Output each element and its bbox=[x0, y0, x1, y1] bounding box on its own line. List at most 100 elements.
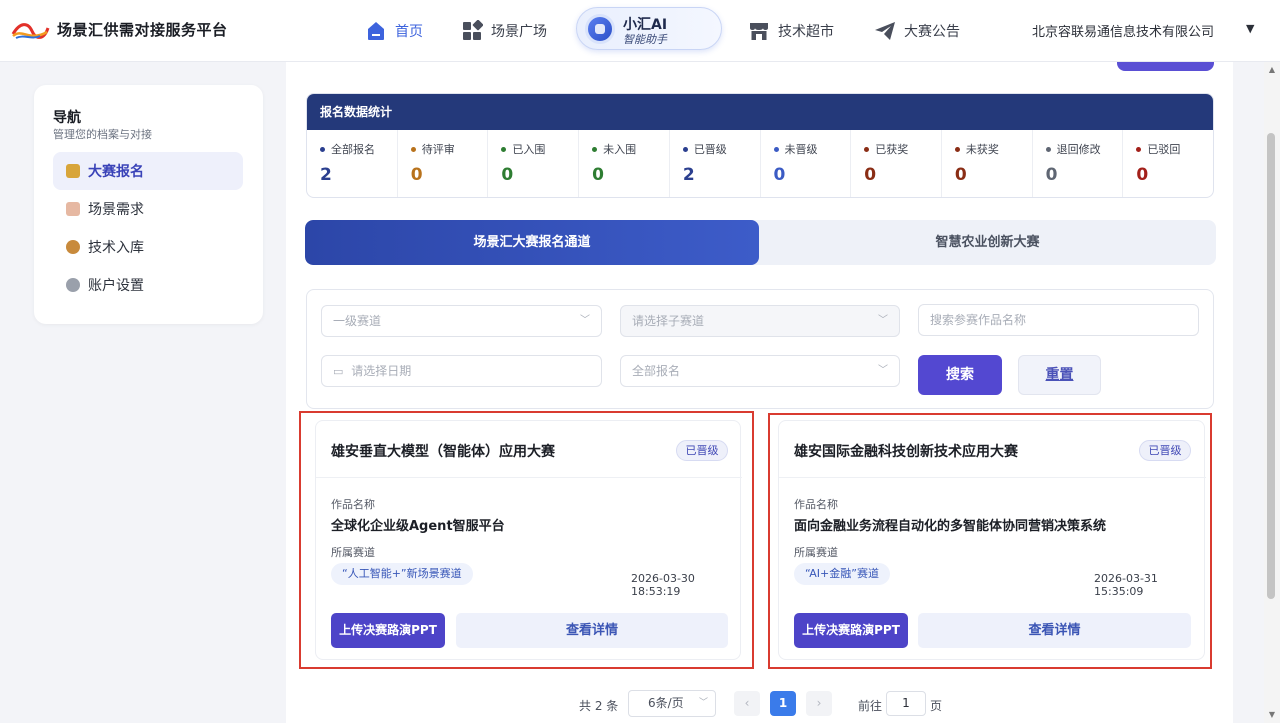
track-label: 所属赛道 bbox=[331, 546, 375, 559]
document-icon bbox=[66, 202, 80, 216]
track-select-placeholder: 一级赛道 bbox=[333, 314, 382, 328]
nav-tech-market[interactable]: 技术超市 bbox=[748, 18, 834, 44]
tab-smart-agriculture[interactable]: 智慧农业创新大赛 bbox=[759, 220, 1216, 265]
calendar-icon: ▭ bbox=[333, 365, 344, 378]
stat-item: 已晋级 2 bbox=[670, 130, 761, 197]
stats-title: 报名数据统计 bbox=[307, 94, 1213, 130]
sidebar: 导航 管理您的档案与对接 大赛报名 场景需求 技术入库 账户设置 bbox=[34, 85, 263, 324]
status-dot-icon bbox=[410, 146, 416, 152]
stat-label-text: 未晋级 bbox=[784, 143, 818, 156]
stat-label-text: 未获奖 bbox=[965, 143, 999, 156]
stat-label-text: 已驳回 bbox=[1147, 143, 1181, 156]
status-dot-icon bbox=[501, 146, 507, 152]
grid-icon bbox=[463, 20, 483, 40]
stat-label: 未获奖 bbox=[954, 141, 1032, 157]
stat-label-text: 已获奖 bbox=[875, 143, 909, 156]
stat-label-text: 已入围 bbox=[512, 143, 546, 156]
status-select[interactable]: 全部报名 ﹀ bbox=[620, 355, 900, 387]
status-dot-icon bbox=[1136, 146, 1142, 152]
view-details-button[interactable]: 查看详情 bbox=[918, 613, 1191, 648]
trophy-icon bbox=[66, 164, 80, 178]
ai-assistant-button[interactable]: 小汇AI 智能助手 bbox=[576, 7, 722, 50]
subtrack-select[interactable]: 请选择子赛道 ﹀ bbox=[620, 305, 900, 337]
contest-card: 雄安垂直大模型（智能体）应用大赛 已晋级 作品名称 全球化企业级Agent智服平… bbox=[315, 420, 742, 660]
status-dot-icon bbox=[864, 146, 870, 152]
scroll-up-icon[interactable]: ▲ bbox=[1265, 64, 1279, 76]
stat-label: 已驳回 bbox=[1136, 141, 1213, 157]
goto-page-input[interactable]: 1 bbox=[886, 691, 926, 716]
brand-title[interactable]: 场景汇供需对接服务平台 bbox=[57, 19, 228, 40]
track-select[interactable]: 一级赛道 ﹀ bbox=[321, 305, 602, 337]
sidebar-item-account-settings[interactable]: 账户设置 bbox=[53, 266, 243, 304]
sidebar-item-contest-signup[interactable]: 大赛报名 bbox=[53, 152, 243, 190]
chevron-down-icon[interactable]: ▼ bbox=[1246, 22, 1254, 35]
date-picker-placeholder: 请选择日期 bbox=[351, 364, 412, 378]
paper-plane-icon bbox=[875, 22, 895, 40]
sidebar-item-label: 大赛报名 bbox=[88, 164, 144, 180]
home-icon bbox=[368, 22, 384, 40]
chevron-down-icon: ﹀ bbox=[878, 315, 888, 326]
sidebar-item-tech-library[interactable]: 技术入库 bbox=[53, 228, 243, 266]
upload-ppt-button[interactable]: 上传决赛路演PPT bbox=[794, 613, 908, 648]
nav-tech-market-label: 技术超市 bbox=[778, 24, 834, 40]
stat-value: 0 bbox=[592, 165, 604, 185]
work-name: 全球化企业级Agent智服平台 bbox=[331, 519, 505, 534]
date-picker[interactable]: ▭ 请选择日期 bbox=[321, 355, 602, 387]
page-size-select[interactable]: 6条/页 ﹀ bbox=[628, 690, 716, 717]
status-dot-icon bbox=[682, 146, 688, 152]
store-icon bbox=[750, 23, 768, 40]
goto-unit: 页 bbox=[930, 699, 943, 713]
card-title: 雄安国际金融科技创新技术应用大赛 bbox=[794, 444, 1018, 460]
stat-label: 未入围 bbox=[592, 141, 669, 157]
stat-item: 全部报名 2 bbox=[307, 130, 398, 197]
view-details-button[interactable]: 查看详情 bbox=[456, 613, 728, 648]
signup-stats-panel: 报名数据统计 全部报名 2 待评审 0 已入围 0 未入围 0 已晋级 2 未晋级 0 已获奖 0 未获奖 0… bbox=[306, 93, 1214, 198]
scroll-down-icon[interactable]: ▼ bbox=[1265, 709, 1279, 721]
stats-row: 全部报名 2 待评审 0 已入围 0 未入围 0 已晋级 2 未晋级 0 已获奖 0 未获奖 0 退回修改 0 已驳… bbox=[307, 130, 1213, 197]
card-divider bbox=[316, 477, 742, 478]
scrollbar-thumb[interactable] bbox=[1267, 133, 1275, 599]
stat-item: 已入围 0 bbox=[488, 130, 580, 197]
tab-scene-contest[interactable]: 场景汇大赛报名通道 bbox=[305, 220, 759, 265]
stat-value: 2 bbox=[682, 165, 695, 185]
status-select-value: 全部报名 bbox=[632, 364, 681, 378]
work-name-label: 作品名称 bbox=[331, 498, 375, 511]
upload-ppt-button[interactable]: 上传决赛路演PPT bbox=[331, 613, 445, 648]
nav-contest-notice[interactable]: 大赛公告 bbox=[874, 18, 960, 44]
chevron-down-icon: ﹀ bbox=[698, 698, 708, 708]
nav-scene-plaza[interactable]: 场景广场 bbox=[461, 18, 547, 44]
stat-value: 0 bbox=[410, 165, 423, 185]
submit-time: 2026-03-30 18:53:19 bbox=[631, 572, 695, 598]
submit-time: 2026-03-31 15:35:09 bbox=[1094, 572, 1158, 598]
work-name-search-input[interactable]: 搜索参赛作品名称 bbox=[918, 304, 1199, 336]
stat-label: 已入围 bbox=[501, 141, 578, 157]
sidebar-item-label: 技术入库 bbox=[88, 240, 144, 256]
company-name[interactable]: 北京容联易通信息技术有限公司 bbox=[1032, 21, 1214, 40]
stat-value: 2 bbox=[320, 165, 332, 185]
top-action-button-edge[interactable] bbox=[1117, 62, 1214, 71]
track-tag: “AI+金融”赛道 bbox=[794, 563, 890, 585]
sidebar-item-label: 场景需求 bbox=[88, 202, 144, 218]
stat-item: 待评审 0 bbox=[398, 130, 489, 197]
subtrack-select-placeholder: 请选择子赛道 bbox=[632, 314, 705, 328]
ai-assistant-subtitle: 智能助手 bbox=[623, 33, 667, 46]
nav-home[interactable]: 首页 bbox=[365, 18, 423, 44]
card-title: 雄安垂直大模型（智能体）应用大赛 bbox=[331, 444, 555, 460]
top-header: 场景汇供需对接服务平台 首页 场景广场 小汇AI 智能助手 技术超市 大赛公告 … bbox=[0, 0, 1280, 62]
page-size-value: 6条/页 bbox=[648, 696, 684, 710]
page-number-current[interactable]: 1 bbox=[770, 691, 796, 716]
sidebar-item-scene-demand[interactable]: 场景需求 bbox=[53, 190, 243, 228]
stat-label: 已晋级 bbox=[682, 141, 760, 157]
gear-icon bbox=[66, 278, 80, 292]
work-name-search-placeholder: 搜索参赛作品名称 bbox=[930, 313, 1027, 327]
brand-logo-icon[interactable] bbox=[10, 18, 50, 44]
next-page-button[interactable]: › bbox=[806, 691, 832, 716]
stat-label-text: 待评审 bbox=[421, 143, 455, 156]
prev-page-button[interactable]: ‹ bbox=[734, 691, 760, 716]
stat-label-text: 未入围 bbox=[603, 143, 637, 156]
sidebar-subtitle: 管理您的档案与对接 bbox=[53, 128, 152, 141]
status-badge: 已晋级 bbox=[1139, 440, 1191, 461]
stat-value: 0 bbox=[1136, 165, 1149, 185]
search-button[interactable]: 搜索 bbox=[918, 355, 1002, 395]
reset-button[interactable]: 重置 bbox=[1018, 355, 1101, 395]
